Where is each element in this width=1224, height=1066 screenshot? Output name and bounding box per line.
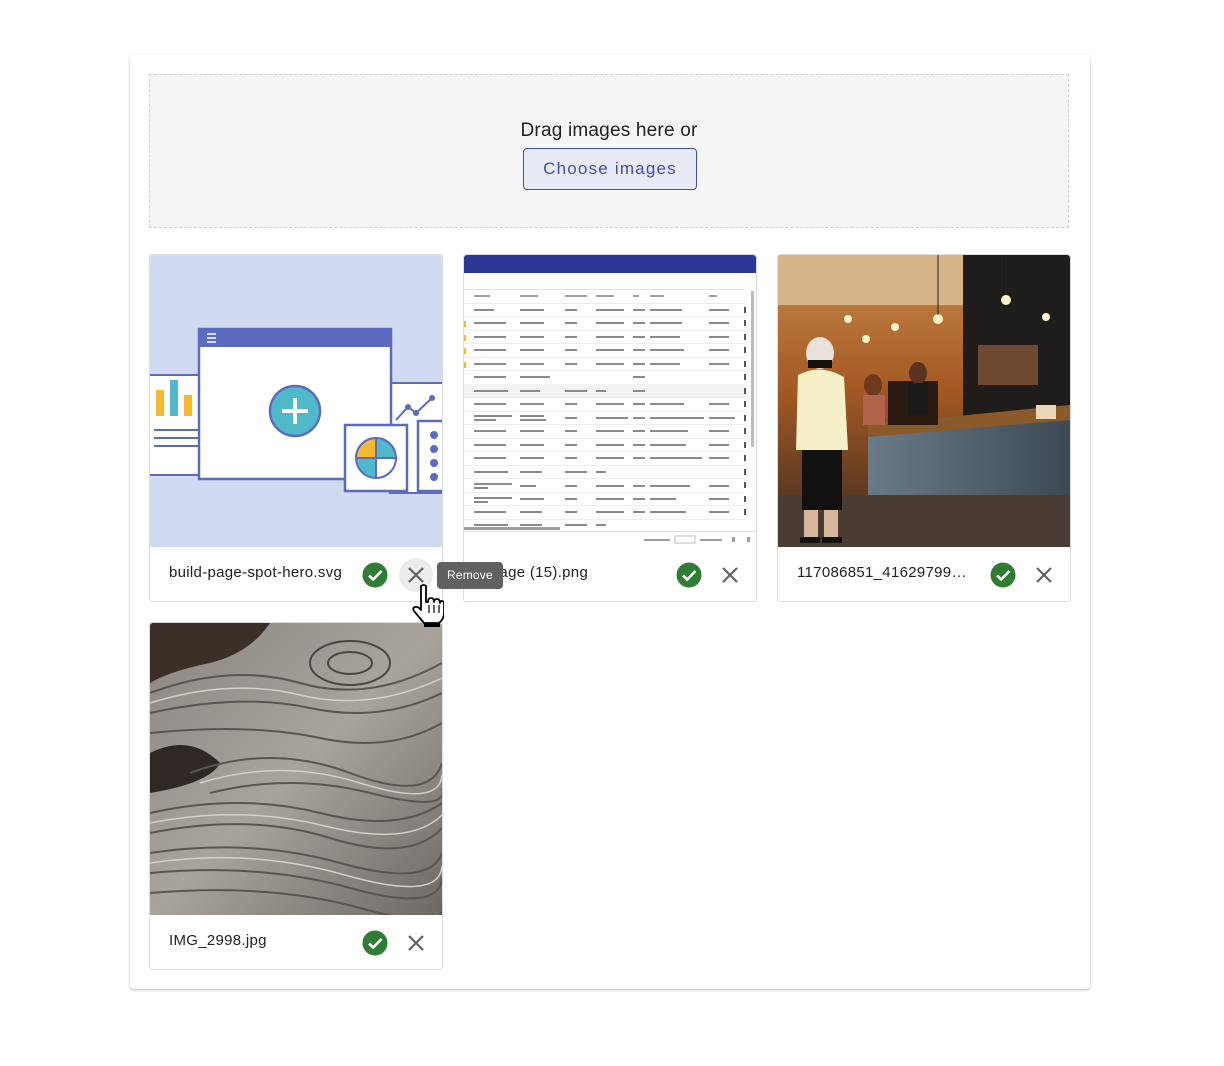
- image-thumbnail: [464, 255, 756, 547]
- close-icon: [408, 567, 424, 583]
- file-name: 117086851_4162979903…: [797, 564, 975, 581]
- image-card: build-page-spot-hero.svg: [149, 254, 443, 602]
- check-circle-icon: [362, 562, 388, 588]
- close-icon: [1036, 567, 1052, 583]
- close-icon: [408, 935, 424, 951]
- image-card: 117086851_4162979903…: [777, 254, 1071, 602]
- image-thumbnail: [778, 255, 1070, 547]
- remove-button[interactable]: [399, 926, 433, 960]
- image-thumbnail: [150, 623, 442, 915]
- remove-tooltip: Remove: [437, 562, 503, 589]
- check-circle-icon: [990, 562, 1016, 588]
- drop-zone-prompt: Drag images here or: [520, 120, 698, 141]
- check-circle-icon: [362, 930, 388, 956]
- image-uploader-panel: Drag images here or Choose images build-…: [130, 55, 1090, 989]
- file-name: build-page-spot-hero.svg: [169, 564, 343, 581]
- check-circle-icon: [676, 562, 702, 588]
- image-card: IMG_2998.jpg: [149, 622, 443, 970]
- pointer-cursor-icon: [410, 583, 445, 632]
- image-card: image (15).png: [463, 254, 757, 602]
- choose-images-button[interactable]: Choose images: [523, 148, 697, 190]
- remove-button[interactable]: [1027, 558, 1061, 592]
- image-thumbnail: [150, 255, 442, 547]
- remove-button[interactable]: [713, 558, 747, 592]
- file-name: IMG_2998.jpg: [169, 932, 267, 949]
- close-icon: [722, 567, 738, 583]
- file-name: image (15).png: [483, 564, 589, 581]
- drop-zone[interactable]: Drag images here or Choose images: [149, 74, 1069, 228]
